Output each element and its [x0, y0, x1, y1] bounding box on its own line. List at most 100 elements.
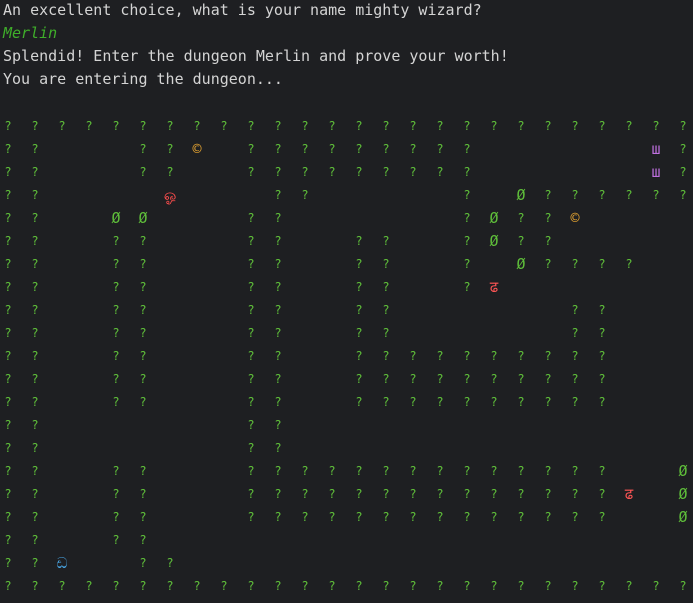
wall-tile: ? — [139, 510, 147, 524]
wall-tile: ? — [598, 326, 606, 340]
wall-tile: ? — [355, 234, 363, 248]
enemy-icon: ढ — [624, 485, 634, 503]
wall-tile: ? — [58, 119, 66, 133]
wall-tile: ? — [247, 395, 255, 409]
wall-tile: ? — [652, 188, 660, 202]
wall-alt-tile: Ø — [489, 209, 499, 227]
wall-tile: ? — [328, 510, 336, 524]
wall-tile: ? — [112, 487, 120, 501]
wall-tile: ? — [247, 349, 255, 363]
wall-tile: ? — [274, 326, 282, 340]
wall-tile: ? — [463, 211, 471, 225]
wall-tile: ? — [112, 533, 120, 547]
wall-tile: ? — [274, 211, 282, 225]
wall-tile: ? — [112, 349, 120, 363]
enemy-icon: ढ — [489, 278, 499, 296]
wall-tile: ? — [274, 372, 282, 386]
wall-tile: ? — [544, 119, 552, 133]
wall-tile: ? — [355, 165, 363, 179]
wall-tile: ? — [31, 441, 39, 455]
wall-tile: ? — [382, 280, 390, 294]
wall-tile: ? — [463, 464, 471, 478]
wall-tile: ? — [31, 533, 39, 547]
wall-tile: ? — [139, 234, 147, 248]
wall-tile: ? — [112, 119, 120, 133]
wall-tile: ? — [409, 579, 417, 593]
wall-tile: ? — [112, 510, 120, 524]
wall-tile: ? — [355, 142, 363, 156]
wall-tile: ? — [382, 464, 390, 478]
wall-tile: ? — [355, 326, 363, 340]
monster-icon: ш — [651, 140, 661, 158]
wall-tile: ? — [436, 119, 444, 133]
wall-tile: ? — [247, 280, 255, 294]
wall-tile: ? — [4, 533, 12, 547]
wall-tile: ? — [139, 142, 147, 156]
wall-tile: ? — [112, 234, 120, 248]
wall-tile: ? — [4, 372, 12, 386]
wall-tile: ? — [490, 579, 498, 593]
wall-tile: ? — [274, 280, 282, 294]
wall-tile: ? — [85, 119, 93, 133]
wall-tile: ? — [112, 326, 120, 340]
wall-tile: ? — [598, 257, 606, 271]
wall-tile: ? — [436, 510, 444, 524]
wall-tile: ? — [301, 579, 309, 593]
wall-tile: ? — [4, 395, 12, 409]
wall-tile: ? — [409, 119, 417, 133]
wall-tile: ? — [274, 395, 282, 409]
wall-tile: ? — [490, 372, 498, 386]
wall-tile: ? — [544, 372, 552, 386]
wall-tile: ? — [517, 119, 525, 133]
wall-tile: ? — [4, 211, 12, 225]
wall-tile: ? — [355, 395, 363, 409]
wall-tile: ? — [679, 188, 687, 202]
wall-tile: ? — [517, 234, 525, 248]
wall-tile: ? — [463, 349, 471, 363]
wall-tile: ? — [166, 165, 174, 179]
wall-tile: ? — [4, 349, 12, 363]
wall-tile: ? — [4, 234, 12, 248]
wall-tile: ? — [382, 257, 390, 271]
wall-tile: ? — [274, 487, 282, 501]
wall-tile: ? — [355, 280, 363, 294]
terminal-window: An excellent choice, what is your name m… — [0, 0, 693, 603]
wall-tile: ? — [31, 349, 39, 363]
wall-tile: ? — [544, 579, 552, 593]
wall-tile: ? — [355, 257, 363, 271]
wall-tile: ? — [274, 165, 282, 179]
wall-tile: ? — [112, 303, 120, 317]
wall-tile: ? — [544, 234, 552, 248]
wall-tile: ? — [274, 188, 282, 202]
wall-tile: ? — [598, 349, 606, 363]
wall-tile: ? — [4, 441, 12, 455]
wall-tile: ? — [463, 579, 471, 593]
wall-tile: ? — [112, 372, 120, 386]
wall-tile: ? — [679, 579, 687, 593]
wall-tile: ? — [517, 579, 525, 593]
wall-tile: ? — [4, 510, 12, 524]
wall-tile: ? — [4, 464, 12, 478]
wall-tile: ? — [517, 510, 525, 524]
wall-tile: ? — [436, 372, 444, 386]
wall-alt-tile: Ø — [678, 508, 688, 526]
wall-tile: ? — [4, 303, 12, 317]
wall-tile: ? — [112, 579, 120, 593]
wall-tile: ? — [436, 464, 444, 478]
wall-tile: ? — [382, 119, 390, 133]
wall-tile: ? — [544, 257, 552, 271]
wall-tile: ? — [463, 142, 471, 156]
wall-tile: ? — [31, 119, 39, 133]
wall-tile: ? — [247, 234, 255, 248]
wall-tile: ? — [598, 188, 606, 202]
wall-tile: ? — [112, 257, 120, 271]
wall-tile: ? — [247, 303, 255, 317]
wall-alt-tile: Ø — [678, 485, 688, 503]
wall-tile: ? — [4, 142, 12, 156]
wall-tile: ? — [571, 395, 579, 409]
wall-tile: ? — [409, 510, 417, 524]
wall-tile: ? — [679, 119, 687, 133]
wall-tile: ? — [4, 579, 12, 593]
wall-tile: ? — [31, 556, 39, 570]
wall-tile: ? — [625, 188, 633, 202]
